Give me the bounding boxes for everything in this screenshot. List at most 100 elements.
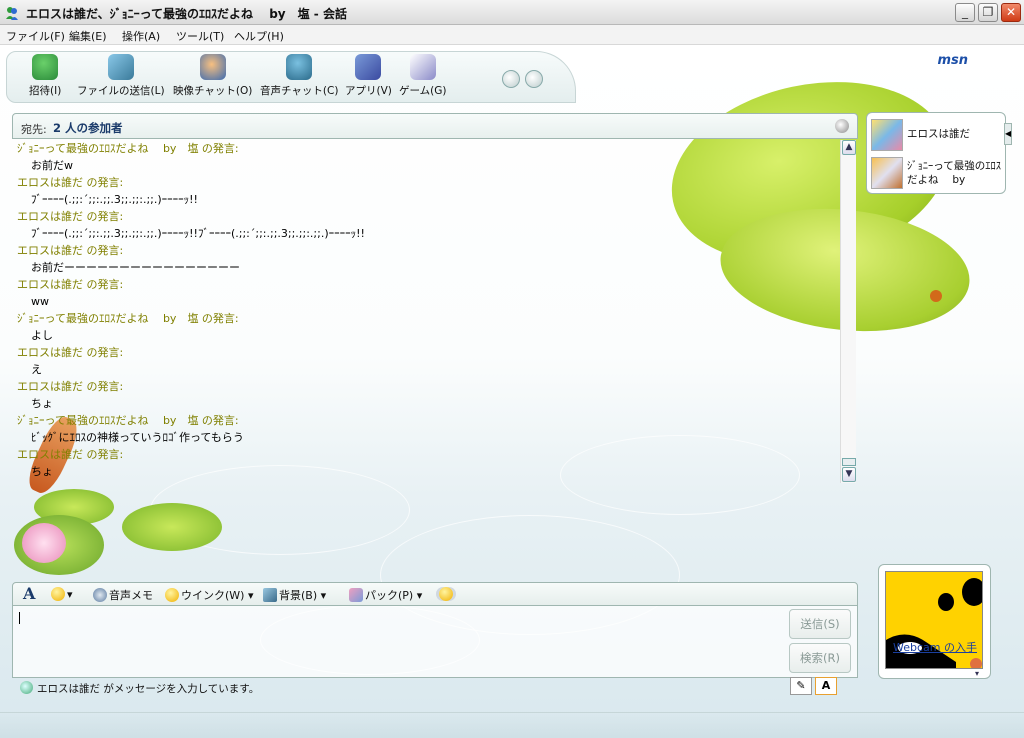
status-bar: エロスは誰だ がメッセージを入力しています。 ✎ A — [12, 677, 858, 696]
message-text: お前だw — [31, 159, 73, 172]
wink-label: ウインク(W) — [181, 589, 245, 602]
message-text: ちょ — [31, 465, 53, 478]
send-file-label: ファイルの送信(L) — [77, 85, 165, 97]
participant-item[interactable]: エロスは誰だ — [871, 117, 1005, 153]
msn-logo: msn — [937, 53, 968, 68]
menu-edit[interactable]: 編集(E) — [69, 28, 107, 44]
background-button[interactable]: 背景(B) ▾ — [263, 587, 326, 603]
nudge-button[interactable] — [439, 587, 455, 601]
display-picture-panel: ▾ — [878, 564, 991, 679]
pack-button[interactable]: パック(P) ▾ — [349, 587, 422, 603]
message-text: ちょ — [31, 397, 53, 410]
message-text: ﾌﾞｰｰｰｰ(.;;:´;;:.;;.3;;.;;:.;;.)ｰｰｰｰｯ!! — [31, 193, 198, 206]
dropdown-arrow-icon: ▾ — [67, 588, 73, 601]
scroll-thumb[interactable] — [842, 458, 856, 466]
games-label: ゲーム(G) — [399, 85, 447, 97]
to-label: 宛先: — [21, 123, 47, 136]
video-chat-icon — [199, 54, 226, 80]
send-button[interactable]: 送信(S) — [789, 609, 851, 639]
send-file-icon — [107, 54, 134, 80]
font-button[interactable]: A — [23, 584, 35, 603]
video-chat-button[interactable]: 映像チャット(O) — [173, 54, 252, 98]
background-label: 背景(B) — [279, 589, 318, 602]
title-bar: エロスは誰だ、ｼﾞｮﾆｰって最強のｴﾛｽだよね by 塩 - 会話 _ ❐ ✕ — [0, 0, 1024, 25]
nudge-icon — [439, 587, 453, 601]
format-toolbar: A ▾ 音声メモ ウインク(W) ▾ 背景(B) ▾ パック(P) ▾ — [12, 582, 858, 606]
apps-label: アプリ(V) — [345, 85, 392, 97]
scroll-up-icon[interactable]: ▲ — [842, 140, 856, 155]
participant-name: エロスは誰だ — [907, 128, 970, 140]
games-button[interactable]: ゲーム(G) — [399, 54, 447, 98]
participant-name: ｼﾞｮﾆｰって最強のｴﾛｽだよね by — [907, 160, 1001, 186]
menu-bar: ファイル(F) 編集(E) 操作(A) ツール(T) ヘルプ(H) — [0, 25, 1024, 45]
close-button[interactable]: ✕ — [1001, 3, 1021, 22]
wink-button[interactable]: ウインク(W) ▾ — [165, 587, 254, 603]
text-mode-icon[interactable]: A — [815, 677, 837, 695]
message-sender: ｼﾞｮﾆｰって最強のｴﾛｽだよね by 塩 の発言: — [17, 142, 239, 155]
menu-tools[interactable]: ツール(T) — [176, 28, 224, 44]
message-sender: エロスは誰だ の発言: — [17, 380, 124, 393]
invite-button[interactable]: 招待(I) — [29, 54, 61, 98]
collapse-panel-icon[interactable]: ◀ — [1004, 123, 1012, 145]
invite-label: 招待(I) — [29, 85, 62, 97]
participant-item[interactable]: ｼﾞｮﾆｰって最強のｴﾛｽだよね by — [871, 155, 1005, 191]
koi-fish-small — [930, 290, 942, 302]
color-scheme-icon[interactable] — [525, 70, 543, 88]
games-icon — [409, 54, 436, 80]
toolbar: 招待(I) ファイルの送信(L) 映像チャット(O) 音声チャット(C) アプリ… — [6, 51, 576, 103]
message-text: ww — [31, 295, 49, 308]
window-bottom-bar — [0, 712, 1024, 738]
webcam-link[interactable]: Webcam の入手 — [893, 639, 977, 655]
minimize-button[interactable]: _ — [955, 3, 975, 22]
send-file-button[interactable]: ファイルの送信(L) — [77, 54, 165, 98]
typing-icon — [20, 681, 33, 694]
wink-icon — [165, 588, 179, 602]
message-sender: エロスは誰だ の発言: — [17, 244, 124, 257]
scroll-down-icon[interactable]: ▼ — [842, 467, 856, 482]
message-sender: エロスは誰だ の発言: — [17, 210, 124, 223]
search-button[interactable]: 検索(R) — [789, 643, 851, 673]
apps-icon — [355, 54, 382, 80]
contact-card-icon[interactable] — [835, 119, 849, 133]
emoticon-button[interactable]: ▾ — [51, 587, 73, 601]
conversation-window: 招待(I) ファイルの送信(L) 映像チャット(O) 音声チャット(C) アプリ… — [0, 45, 1024, 738]
message-text: え — [31, 363, 42, 376]
message-text: よし — [31, 329, 53, 342]
window-title: エロスは誰だ、ｼﾞｮﾆｰって最強のｴﾛｽだよね by 塩 - 会話 — [26, 7, 347, 21]
maximize-button[interactable]: ❐ — [978, 3, 998, 22]
message-sender: ｼﾞｮﾆｰって最強のｴﾛｽだよね by 塩 の発言: — [17, 312, 239, 325]
participants-panel: エロスは誰だ ｼﾞｮﾆｰって最強のｴﾛｽだよね by ◀ — [866, 112, 1012, 194]
message-sender: エロスは誰だ の発言: — [17, 278, 124, 291]
voice-memo-button[interactable]: 音声メモ — [93, 587, 153, 603]
apps-button[interactable]: アプリ(V) — [345, 54, 392, 98]
message-sender: エロスは誰だ の発言: — [17, 448, 124, 461]
menu-file[interactable]: ファイル(F) — [6, 28, 65, 44]
avatar — [871, 157, 903, 189]
dropdown-arrow-icon: ▾ — [320, 589, 327, 602]
background-icon — [263, 588, 277, 602]
voice-chat-icon — [286, 54, 313, 80]
dropdown-arrow-icon: ▾ — [416, 589, 423, 602]
avatar — [871, 119, 903, 151]
text-caret — [19, 612, 20, 624]
handwriting-mode-icon[interactable]: ✎ — [790, 677, 812, 695]
message-text: ﾌﾞｰｰｰｰ(.;;:´;;:.;;.3;;.;;:.;;.)ｰｰｰｰｯ!!ﾌﾞ… — [31, 227, 365, 240]
dropdown-arrow-icon: ▾ — [247, 589, 254, 602]
smiley-icon — [51, 587, 65, 601]
to-panel: 宛先: 2 人の参加者 — [12, 113, 858, 139]
pack-icon — [349, 588, 363, 602]
menu-actions[interactable]: 操作(A) — [122, 28, 160, 44]
pack-label: パック(P) — [365, 589, 414, 602]
menu-help[interactable]: ヘルプ(H) — [234, 28, 284, 44]
conversation-history: ｼﾞｮﾆｰって最強のｴﾛｽだよね by 塩 の発言: お前だw エロスは誰だ の… — [12, 140, 858, 484]
voice-chat-label: 音声チャット(C) — [260, 85, 339, 97]
block-icon[interactable] — [502, 70, 520, 88]
chat-scrollbar[interactable]: ▲ ▼ — [840, 140, 856, 483]
invite-icon — [32, 54, 59, 80]
voice-chat-button[interactable]: 音声チャット(C) — [260, 54, 338, 98]
messenger-icon — [6, 7, 18, 20]
typing-status: エロスは誰だ がメッセージを入力しています。 — [37, 683, 260, 695]
voice-memo-label: 音声メモ — [109, 589, 153, 602]
dropdown-arrow-icon[interactable]: ▾ — [975, 669, 979, 678]
message-input[interactable]: 送信(S) 検索(R) — [12, 606, 858, 678]
